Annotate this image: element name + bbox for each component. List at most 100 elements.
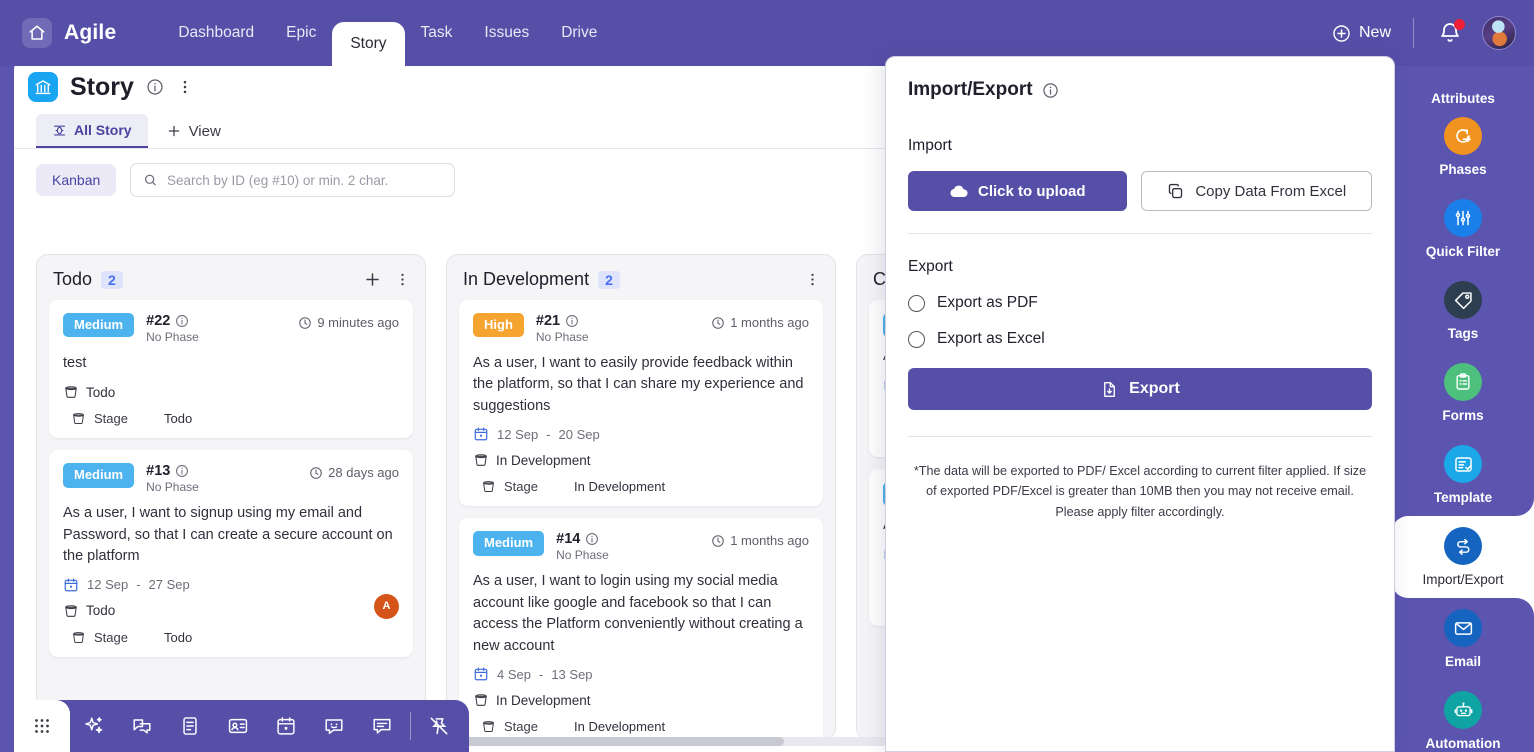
contact-card-icon[interactable]	[214, 700, 262, 752]
sidebar-item-forms[interactable]: Forms	[1392, 352, 1534, 434]
sidebar-item-label: Quick Filter	[1425, 244, 1501, 259]
card-id: #13	[146, 463, 171, 480]
sidebar-item-automation[interactable]: Automation	[1392, 680, 1534, 752]
card-stage-row: Stage Todo	[63, 630, 399, 645]
copy-data-from-excel-button[interactable]: Copy Data From Excel	[1140, 171, 1372, 211]
card-stage-key: Stage	[94, 629, 128, 645]
info-icon[interactable]	[146, 78, 164, 96]
export-note: *The data will be exported to PDF/ Excel…	[913, 464, 1367, 519]
brand[interactable]: Agile	[22, 18, 116, 48]
tab-drive[interactable]: Drive	[545, 0, 613, 66]
card-id: #21	[535, 313, 561, 329]
date-end: 20 Sep	[558, 426, 600, 442]
card-id: #22	[146, 313, 171, 329]
sidebar-item-label: Tags	[1447, 326, 1479, 341]
task-card[interactable]: High #21 No Phase 1 months ago As a user…	[459, 300, 823, 507]
tag-icon	[1444, 281, 1482, 319]
card-info-icon[interactable]	[565, 314, 579, 328]
new-button[interactable]: New	[1332, 24, 1413, 43]
priority-badge: Medium	[473, 531, 545, 556]
card-id-block: #13 No Phase	[146, 463, 199, 494]
card-header: Medium #22 No Phase 9 minutes ago	[63, 313, 399, 344]
phases-icon	[1444, 117, 1482, 155]
more-vertical-icon[interactable]	[176, 78, 194, 96]
card-id-block: #22 No Phase	[146, 313, 199, 344]
column-title: In Development	[463, 269, 590, 289]
add-view-label: View	[188, 122, 221, 140]
unpin-icon[interactable]	[415, 700, 463, 752]
column-more-icon[interactable]	[394, 271, 411, 288]
avatar[interactable]: A	[374, 593, 399, 619]
task-card[interactable]: Medium #13 No Phase 28 days ago As a use…	[49, 450, 413, 657]
document-icon[interactable]	[166, 700, 214, 752]
sidebar-item-template[interactable]: Template	[1392, 434, 1534, 516]
card-description: As a user, I want to easily provide feed…	[473, 355, 804, 414]
new-button-label: New	[1358, 24, 1391, 41]
chat-bubbles-icon[interactable]	[118, 700, 166, 752]
notifications-bell-icon[interactable]	[1438, 19, 1465, 45]
date-start: 12 Sep	[87, 577, 129, 593]
sidebar-item-import-export[interactable]: Import/Export	[1392, 498, 1534, 616]
tab-story[interactable]: Story	[332, 22, 405, 66]
info-icon[interactable]	[1042, 82, 1059, 99]
search-box[interactable]	[130, 163, 456, 197]
card-status-row: Todo	[63, 603, 399, 619]
home-icon[interactable]	[22, 18, 52, 48]
smiley-chat-icon[interactable]	[310, 700, 358, 752]
radio-button[interactable]	[908, 294, 925, 312]
sidebar-item-phases[interactable]: Phases	[1392, 106, 1534, 188]
card-info-icon[interactable]	[175, 464, 189, 478]
card-status-label: In Development	[496, 692, 591, 708]
calendar-icon	[64, 578, 78, 592]
card-stage-key: Stage	[504, 479, 538, 495]
board-column-todo: Todo 2 Medium #22 No Phase 9 minutes ago…	[36, 254, 426, 740]
card-age-label: 9 minutes ago	[317, 315, 399, 330]
sidebar-item-tags[interactable]: Tags	[1392, 270, 1534, 352]
kanban-view-chip[interactable]: Kanban	[36, 164, 117, 196]
envelope-icon	[1444, 609, 1482, 647]
search-input[interactable]	[167, 172, 443, 188]
tab-task[interactable]: Task	[405, 0, 469, 66]
search-icon	[145, 174, 157, 186]
task-card[interactable]: Medium #22 No Phase 9 minutes ago test T…	[49, 300, 413, 439]
card-header: Medium #13 No Phase 28 days ago	[63, 463, 399, 494]
card-stage-key: Stage	[94, 411, 128, 427]
card-stage-row: Stage In Development	[473, 479, 809, 494]
swap-arrows-icon	[1444, 527, 1482, 565]
column-cards: High #21 No Phase 1 months ago As a user…	[447, 300, 835, 739]
card-stage-key: Stage	[504, 719, 538, 735]
sparkle-ai-icon[interactable]	[70, 700, 118, 752]
tab-all-story[interactable]: All Story	[36, 114, 148, 148]
tab-dashboard[interactable]: Dashboard	[162, 0, 270, 66]
user-avatar[interactable]	[1482, 16, 1516, 50]
export-as-pdf-option[interactable]: Export as PDF	[908, 294, 1372, 312]
task-card[interactable]: Medium #14 No Phase 1 months ago As a us…	[459, 518, 823, 739]
tab-issues[interactable]: Issues	[468, 0, 545, 66]
add-card-icon[interactable]	[363, 270, 382, 289]
robot-icon	[1444, 691, 1482, 729]
cloud-upload-icon	[949, 183, 969, 199]
import-buttons: Click to upload Copy Data From Excel	[908, 171, 1372, 211]
brand-label: Agile	[64, 21, 117, 44]
export-as-excel-option[interactable]: Export as Excel	[908, 330, 1372, 348]
sidebar-item-quick-filter[interactable]: Quick Filter	[1392, 188, 1534, 270]
click-to-upload-button[interactable]: Click to upload	[908, 171, 1127, 211]
card-info-icon[interactable]	[585, 532, 599, 546]
priority-badge: High	[473, 313, 524, 338]
sidebar-item-email[interactable]: Email	[1392, 598, 1534, 680]
filter-icon	[1444, 199, 1482, 237]
add-view-button[interactable]: View	[152, 115, 235, 148]
bucket-icon	[73, 631, 84, 643]
export-button[interactable]: Export	[908, 368, 1372, 410]
comment-icon[interactable]	[358, 700, 406, 752]
card-date-range: 12 Sep - 27 Sep	[63, 577, 399, 593]
radio-button[interactable]	[908, 330, 925, 348]
panel-title: Import/Export	[908, 79, 1033, 100]
column-more-icon[interactable]	[804, 271, 821, 288]
card-info-icon[interactable]	[175, 314, 189, 328]
grid-apps-icon[interactable]	[14, 700, 70, 752]
calendar-icon[interactable]	[262, 700, 310, 752]
card-stage-value: In Development	[574, 479, 666, 495]
bank-icon	[28, 72, 58, 102]
tab-epic[interactable]: Epic	[270, 0, 332, 66]
